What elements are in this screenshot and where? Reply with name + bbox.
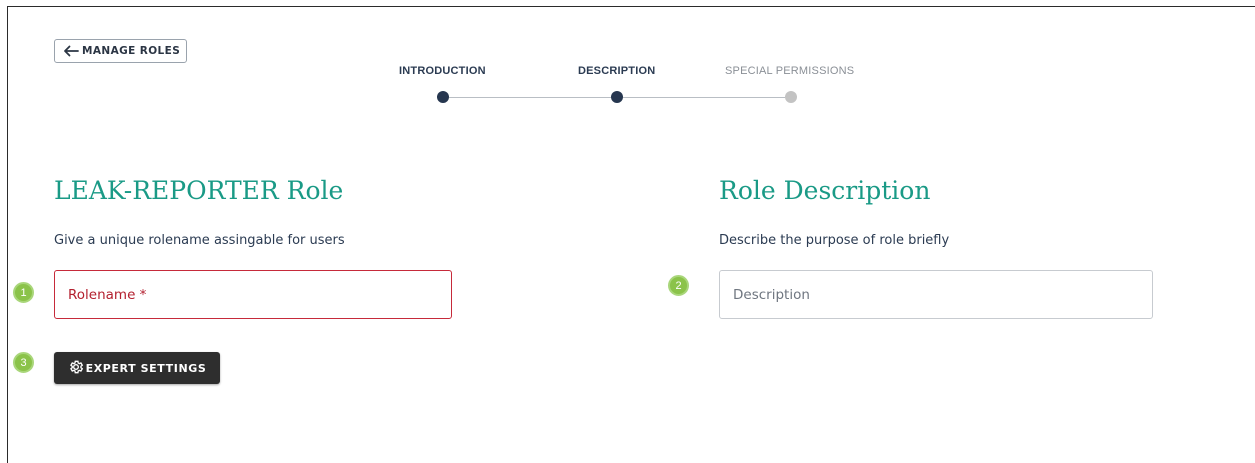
step-introduction-dot[interactable] — [437, 91, 449, 103]
step-special-permissions-dot[interactable] — [785, 91, 797, 103]
gear-icon — [68, 359, 84, 378]
step-connector — [623, 96, 785, 98]
step-badge-1: 1 — [13, 282, 34, 303]
step-badge-3: 3 — [13, 352, 34, 373]
rolename-input[interactable] — [68, 286, 451, 303]
role-description-title: Role Description — [719, 176, 931, 205]
role-description-subtitle: Describe the purpose of role briefly — [719, 233, 950, 248]
step-badge-2: 2 — [668, 275, 689, 296]
description-field[interactable] — [719, 270, 1153, 319]
step-description-label: DESCRIPTION — [578, 65, 656, 77]
expert-settings-label: EXPERT SETTINGS — [85, 361, 207, 375]
progress-stepper: INTRODUCTION DESCRIPTION SPECIAL PERMISS… — [0, 0, 1255, 120]
step-special-permissions-label: SPECIAL PERMISSIONS — [725, 65, 855, 77]
description-input[interactable] — [733, 286, 1152, 303]
role-title: LEAK-REPORTER Role — [54, 176, 344, 205]
expert-settings-button[interactable]: EXPERT SETTINGS — [54, 352, 220, 384]
step-introduction-label: INTRODUCTION — [399, 65, 486, 77]
role-subtitle: Give a unique rolename assingable for us… — [54, 233, 345, 248]
rolename-field[interactable] — [54, 270, 452, 319]
step-connector — [449, 96, 611, 98]
step-description-dot[interactable] — [611, 91, 623, 103]
